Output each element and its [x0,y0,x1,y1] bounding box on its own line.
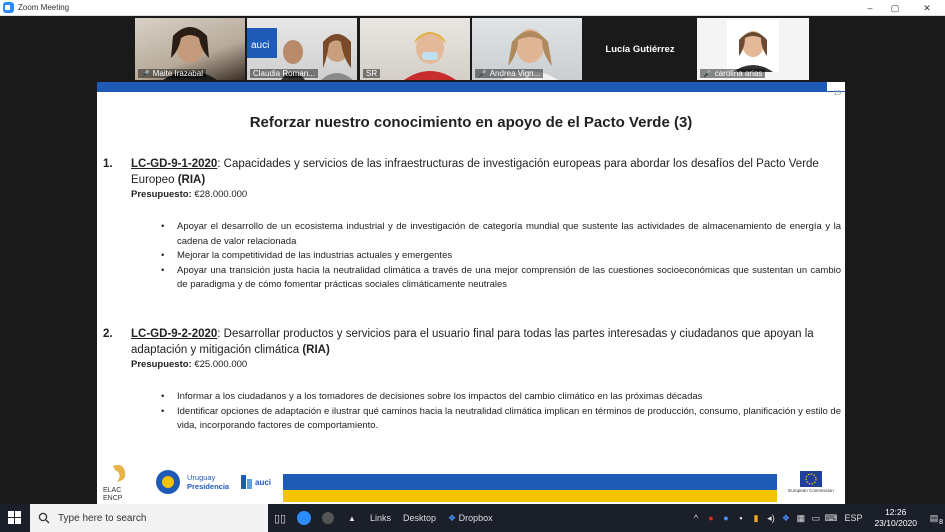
participant-name: Andrea Vign... [489,69,541,78]
budget-label: Presupuesto: [131,189,192,200]
participant-name: carolina arias [714,69,763,78]
desktop-toolbar[interactable]: Desktop [403,513,436,523]
muted-mic-icon: 🎤 [703,71,712,78]
task-view-icon[interactable]: ▯▯ [268,504,292,532]
participant-tile[interactable]: auci Claudia Roman... [247,18,357,80]
call-code: LC-GD-9-2-2020 [131,328,218,340]
uruguay-label: Uruguay [187,473,216,482]
dropbox-tray-icon[interactable]: ❖ [778,513,793,524]
search-icon [38,512,50,524]
svg-text:auci: auci [251,40,269,51]
flag-stripe-yellow [283,490,777,502]
muted-mic-icon: 🎤 [141,71,150,78]
tray-app-icon[interactable]: ● [703,513,718,523]
participant-tile[interactable]: 🎤 carolina arias [697,18,809,80]
call-type: (RIA) [177,174,206,186]
participant-tile[interactable]: 🎤 Andrea Vign... [472,18,582,80]
slide-title: Reforzar nuestro conocimiento en apoyo d… [249,114,693,131]
search-placeholder: Type here to search [58,512,147,524]
zoom-app-icon [3,2,14,13]
uruguay-presidencia-logo: Uruguay Presidencia [187,460,237,504]
windows-icon [8,511,21,524]
tray-app-icon[interactable]: ▮ [748,513,763,524]
item-1-bullets: Apoyar el desarrollo de un ecosistema in… [161,220,841,293]
muted-mic-icon: 🎤 [478,71,487,78]
presidencia-label: Presidencia [187,482,230,491]
budget-value: €28.000.000 [191,189,248,200]
flag-stripe-blue [283,474,777,490]
svg-text:ENCP: ENCP [103,495,123,502]
participant-tile[interactable]: 🎤 Maite Irazabal [135,18,245,80]
dropbox-icon: ❖ [448,512,457,523]
links-toolbar[interactable]: Links [370,513,391,523]
auci-label: auci [255,477,272,487]
scroll-arrow-icon[interactable]: ▲ [340,504,364,532]
bullet-item: Informar a los ciudadanos y a los tomado… [161,390,841,405]
taskbar-search-input[interactable]: Type here to search [30,504,268,532]
bullet-item: Apoyar una transición justa hacia la neu… [161,264,841,293]
battery-icon[interactable]: ▭ [808,513,823,524]
bullet-item: Identificar opciones de adaptación e ilu… [161,405,841,434]
bullet-item: Apoyar el desarrollo de un ecosistema in… [161,220,841,249]
slide-item-1: 1. LC-GD-9-1-2020: Capacidades y servici… [103,156,839,202]
svg-text:ELAC: ELAC [103,487,121,494]
dropbox-label: Dropbox [458,512,493,523]
participant-name: Maite Irazabal [152,69,203,78]
clock-date: 23/10/2020 [874,518,917,528]
window-title: Zoom Meeting [18,3,70,12]
bullet-item: Mejorar la competitividad de las industr… [161,249,841,264]
volume-icon[interactable]: ◂) [763,513,778,524]
notification-count: 8 [939,518,943,526]
participant-tile[interactable]: SR [360,18,470,80]
tray-chevron-icon[interactable]: ^ [688,513,703,523]
uruguay-crest-icon [153,460,183,504]
start-button[interactable] [0,504,30,532]
slide-number: 15 [833,90,841,97]
tray-app-icon[interactable]: ▪ [733,513,748,523]
dropbox-toolbar[interactable]: ❖ Dropbox [448,513,493,524]
item-2-bullets: Informar a los ciudadanos y a los tomado… [161,390,841,434]
budget-value: €25.000.000 [191,359,248,370]
slide-footer: ELAC ENCP Uruguay Presidencia auci Europ… [97,460,845,504]
elac-logo: ELAC ENCP [99,460,139,504]
eu-commission-logo: European Commission [787,460,835,504]
close-button[interactable]: ✕ [912,0,942,16]
participant-tile-noVideo[interactable]: Lucía Gutiérrez [584,18,696,80]
slide-top-bar [97,82,827,92]
maximize-button[interactable]: ▢ [880,0,910,16]
participant-gallery: 🎤 Maite Irazabal auci Claudia Roman... SR… [0,16,945,82]
clock-time: 12:26 [885,507,907,517]
window-titlebar: Zoom Meeting – ▢ ✕ [0,0,945,16]
windows-taskbar: Type here to search ▯▯ ▲ Links Desktop ❖… [0,504,945,532]
input-language[interactable]: ESP [844,513,862,523]
item-number: 1. [103,158,113,170]
participant-name: Lucía Gutiérrez [605,43,675,55]
call-description: : Desarrollar productos y servicios para… [131,328,814,356]
eu-label: European Commission [788,488,834,493]
clock[interactable]: 12:26 23/10/2020 [874,507,917,529]
call-code: LC-GD-9-1-2020 [131,158,218,170]
zoom-taskbar-icon[interactable] [292,504,316,532]
notification-icon[interactable]: ▤ 8 [923,513,945,526]
network-icon[interactable]: ▦ [793,513,808,524]
app-icon[interactable] [316,504,340,532]
item-number: 2. [103,328,113,340]
slide-item-2: 2. LC-GD-9-2-2020: Desarrollar productos… [103,326,839,372]
budget-label: Presupuesto: [131,359,192,370]
call-type: (RIA) [302,344,330,356]
call-description: : Capacidades y servicios de las infraes… [131,158,819,186]
participant-name: SR [366,69,378,78]
keyboard-icon[interactable]: ⌨ [823,513,838,524]
tray-app-icon[interactable]: ● [718,513,733,523]
participant-name: Claudia Roman... [253,69,315,78]
system-tray: ^ ● ● ▪ ▮ ◂) ❖ ▦ ▭ ⌨ ESP 12:26 23/10/202… [688,504,945,532]
auci-logo: auci [241,460,277,504]
shared-slide: 15 Reforzar nuestro conocimiento en apoy… [97,82,845,504]
